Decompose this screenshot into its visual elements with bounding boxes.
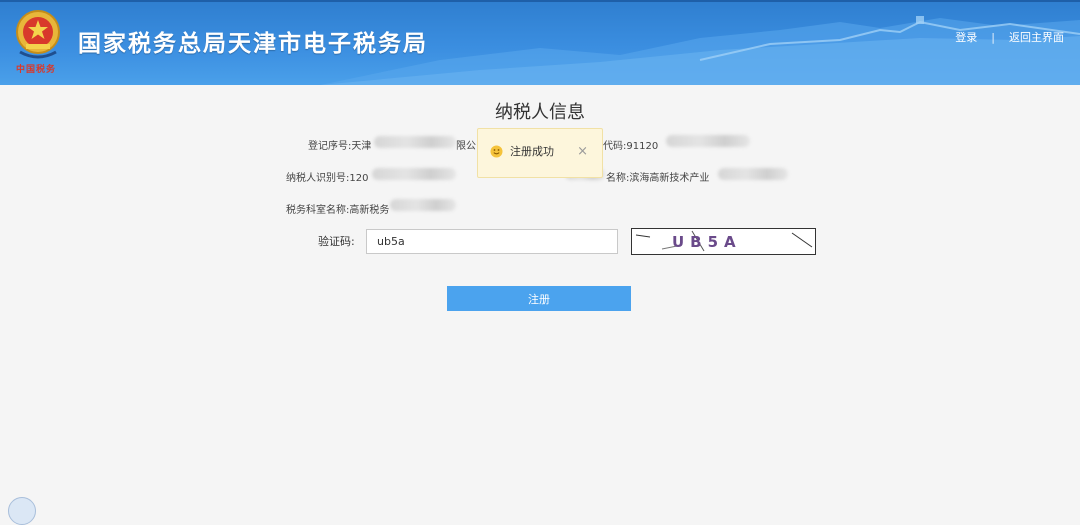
site-header: 中国税务 国家税务总局天津市电子税务局 登录 | 返回主界面 <box>0 0 1080 85</box>
emblem-caption: 中国税务 <box>16 65 57 75</box>
site-title: 国家税务总局天津市电子税务局 <box>78 31 428 57</box>
redacted-value <box>718 168 788 180</box>
redacted-value <box>666 135 750 147</box>
close-icon[interactable]: × <box>577 145 588 158</box>
success-toast: 注册成功 × <box>477 128 603 178</box>
top-links: 登录 | 返回主界面 <box>955 29 1064 45</box>
registration-number-label: 登记序号:天津 <box>308 141 372 152</box>
registration-number-suffix: 限公 <box>456 141 476 152</box>
tax-office-label: 名称:滨海高新技术产业 <box>606 173 710 184</box>
toast-message: 注册成功 <box>510 145 554 158</box>
chat-bubble-icon[interactable] <box>8 497 36 525</box>
tax-section-label: 税务科室名称:高新税务 <box>286 205 390 216</box>
captcha-text: UB5A <box>672 233 742 251</box>
return-home-link[interactable]: 返回主界面 <box>1009 29 1064 45</box>
taxpayer-id-label: 纳税人识别号:120 <box>286 173 369 184</box>
smile-icon <box>490 145 503 158</box>
captcha-label: 验证码: <box>318 235 355 248</box>
page-title: 纳税人信息 <box>495 102 585 123</box>
redacted-value <box>374 136 456 148</box>
register-button[interactable]: 注册 <box>447 286 631 311</box>
login-link[interactable]: 登录 <box>955 29 977 45</box>
redacted-value <box>372 168 456 180</box>
captcha-image[interactable]: UB5A <box>631 228 816 255</box>
link-separator: | <box>991 30 995 44</box>
credit-code-label: 代码:91120 <box>603 141 659 152</box>
captcha-input[interactable] <box>366 229 618 254</box>
redacted-value <box>390 199 456 211</box>
